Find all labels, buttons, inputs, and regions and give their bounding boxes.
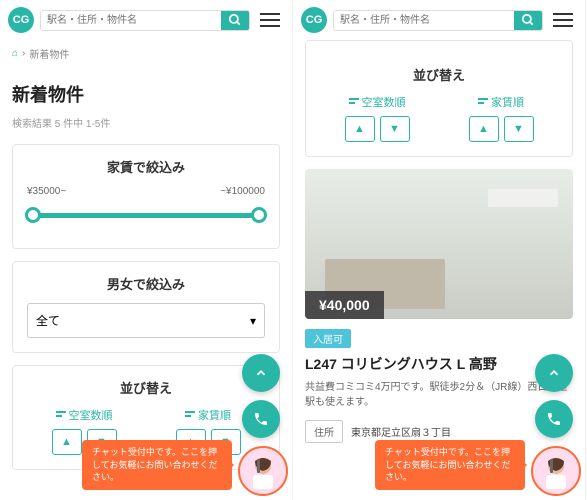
gender-filter-title: 男女で絞込み [13,262,279,303]
listing-title[interactable]: L247 コリビングハウス L 高野 [305,354,573,374]
price-badge: ¥40,000 [305,291,384,319]
sort-card: 並び替え 空室数順 ▲ ▼ 家賃順 ▲ ▼ [305,40,573,157]
menu-button[interactable] [256,6,284,34]
address-label: 住所 [305,420,343,443]
breadcrumb: ⌂ › 新着物件 [0,40,292,67]
search-wrap [333,10,543,31]
breadcrumb-current: 新着物件 [29,46,69,61]
rent-slider[interactable] [13,213,279,248]
header: CG [0,0,292,40]
status-badge: 入居可 [305,329,351,348]
result-count: 検索結果 5 件中 1-5件 [12,115,280,130]
sort-col-vacancy: 空室数順 ▲ ▼ [320,94,434,142]
search-input[interactable] [334,11,514,30]
home-icon[interactable]: ⌂ [12,48,18,59]
sort-vacancy-asc[interactable]: ▲ [345,116,375,142]
sort-icon [349,98,359,106]
sort-label-vacancy: 空室数順 [362,94,406,110]
search-button[interactable] [514,11,542,30]
sort-rent-asc[interactable]: ▲ [469,116,499,142]
sort-icon [478,98,488,106]
chat-avatar[interactable] [238,446,288,496]
gender-select[interactable]: 全て ▾ [27,303,265,338]
sort-vacancy-asc[interactable]: ▲ [52,429,82,455]
sort-label-vacancy: 空室数順 [69,407,113,423]
gender-select-value: 全て [36,312,60,329]
header: CG [293,0,585,40]
sort-title: 並び替え [306,53,572,94]
address-value: 東京都足立区扇３丁目 [351,424,451,439]
slider-handle-max[interactable] [251,207,267,223]
sort-label-rent: 家賃順 [491,94,524,110]
search-button[interactable] [221,11,249,30]
listing-desc: 共益費コミコミ4万円です。駅徒歩2分＆（JR線）西日暮里駅も使えます。 [305,380,573,410]
breadcrumb-sep: › [22,48,25,59]
sort-vacancy-desc[interactable]: ▼ [380,116,410,142]
phone-button[interactable] [535,400,573,438]
menu-button[interactable] [549,6,577,34]
chat-avatar[interactable] [531,446,581,496]
logo[interactable]: CG [301,7,327,33]
chevron-down-icon: ▾ [250,314,256,328]
sort-title: 並び替え [13,366,279,407]
listing-image[interactable]: ¥40,000 [305,169,573,319]
search-wrap [40,10,250,31]
scroll-top-button[interactable] [242,354,280,392]
gender-filter-card: 男女で絞込み 全て ▾ [12,261,280,353]
rent-min-label: ¥35000~ [27,186,66,197]
slider-handle-min[interactable] [25,207,41,223]
logo[interactable]: CG [8,7,34,33]
chat-bubble[interactable]: チャット受付中です。ここを押してお気軽にお問い合わせください。 [82,440,232,490]
scroll-top-button[interactable] [535,354,573,392]
sort-icon [185,411,195,419]
search-input[interactable] [41,11,221,30]
sort-label-rent: 家賃順 [198,407,231,423]
rent-filter-title: 家賃で絞込み [13,145,279,186]
page-title: 新着物件 [12,67,280,115]
sort-col-rent: 家賃順 ▲ ▼ [444,94,558,142]
chat-bubble[interactable]: チャット受付中です。ここを押してお気軽にお問い合わせください。 [375,440,525,490]
rent-max-label: ~¥100000 [220,186,265,197]
sort-rent-desc[interactable]: ▼ [504,116,534,142]
sort-icon [56,411,66,419]
phone-button[interactable] [242,400,280,438]
rent-filter-card: 家賃で絞込み ¥35000~ ~¥100000 [12,144,280,249]
